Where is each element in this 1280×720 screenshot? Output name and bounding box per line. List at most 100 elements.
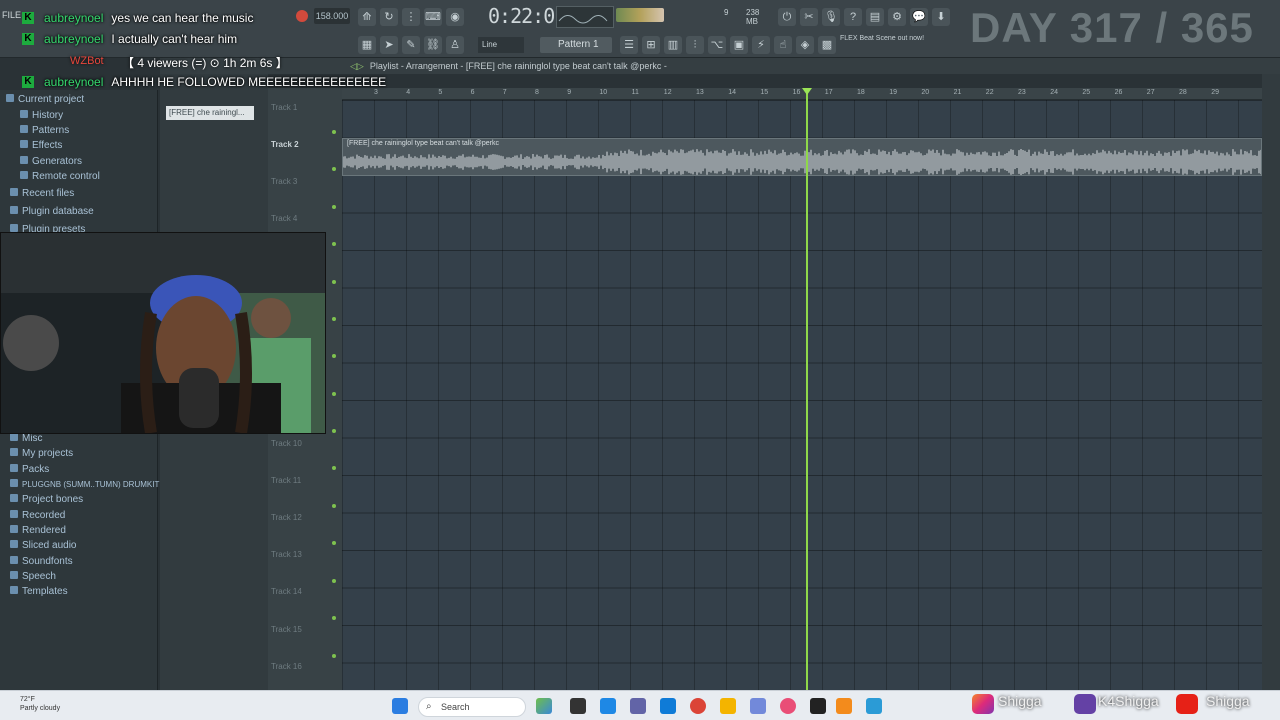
track-mute-dot[interactable] [332,429,336,433]
track-mute-dot[interactable] [332,392,336,396]
channel-rack-icon[interactable]: ⊞ [642,36,660,54]
browser-toggle-icon[interactable]: ▤ [866,8,884,26]
pattern-selector[interactable]: Pattern 1 [540,37,612,53]
mic-icon[interactable]: 🎙 [822,8,840,26]
touch-icon[interactable]: ☝ [774,36,792,54]
browser-item-sliced-audio[interactable]: Sliced audio [10,540,76,551]
track-mute-dot[interactable] [332,130,336,134]
track-label[interactable]: Track 2 [271,140,299,149]
vertical-scrollbar[interactable] [1262,74,1280,690]
track-mute-dot[interactable] [332,242,336,246]
grid-icon[interactable]: ▩ [818,36,836,54]
tree-icon[interactable]: ⌥ [708,36,726,54]
track-label[interactable]: Track 13 [271,550,302,559]
track-mute-dot[interactable] [332,280,336,284]
track-label[interactable]: Track 1 [271,103,297,112]
audio-clip[interactable]: [FREE] che raininglol type beat can't ta… [342,138,1262,176]
track-mute-dot[interactable] [332,579,336,583]
browser-item-rendered[interactable]: Rendered [10,525,66,536]
track-mute-dot[interactable] [332,167,336,171]
browser-item-drumkit[interactable]: PLUGGNB (SUMM..TUMN) DRUMKIT [10,479,159,489]
browser-icon[interactable] [660,698,676,714]
taskbar-search[interactable]: ⌕ Search [418,697,526,717]
track-mute-dot[interactable] [332,205,336,209]
playhead-marker[interactable] [802,88,812,95]
teams-icon[interactable] [630,698,646,714]
track-label[interactable]: Track 15 [271,625,302,634]
track-label[interactable]: Track 14 [271,587,302,596]
browser-item-project-bones[interactable]: Project bones [10,494,83,505]
chat-badge-icon: K [22,76,34,88]
ruler-bar-number: 8 [535,89,539,96]
ruler-bar-number: 16 [792,89,801,96]
clipboard-icon[interactable]: ▣ [730,36,748,54]
typing-keyboard-icon[interactable]: ⌨ [424,8,442,26]
download-icon[interactable]: ⬇ [932,8,950,26]
file-explorer-icon[interactable] [720,698,736,714]
track-label[interactable]: Track 11 [271,476,301,485]
track-mute-dot[interactable] [332,541,336,545]
power-icon[interactable]: ⏻ [778,8,796,26]
ruler-bar-number: 7 [502,89,507,96]
browser-item-history[interactable]: History [20,110,63,121]
track-mute-dot[interactable] [332,504,336,508]
fl-studio-icon[interactable] [836,698,852,714]
playhead[interactable] [806,88,808,690]
track-label[interactable]: Track 10 [271,439,302,448]
browser-item-soundfonts[interactable]: Soundfonts [10,556,73,567]
track-mute-dot[interactable] [332,466,336,470]
browser-item-remote-control[interactable]: Remote control [20,171,100,182]
windows-start-icon[interactable] [392,698,408,714]
pattern-clip-item[interactable]: [FREE] che rainingl... [166,106,254,120]
track-label[interactable]: Track 3 [271,177,297,186]
cube-icon[interactable]: ◈ [796,36,814,54]
ruler-bar-number: 19 [889,89,897,96]
browser-item-packs[interactable]: Packs [10,464,49,475]
chat-icon[interactable]: 💬 [910,8,928,26]
weather-desc: Partly cloudy [20,705,61,712]
browser-item-speech[interactable]: Speech [10,571,56,582]
news-ticker[interactable]: FLEX Beat Scene out now! [840,34,950,43]
track-mute-dot[interactable] [332,654,336,658]
browser-item-misc[interactable]: Misc [10,433,43,444]
link-icon[interactable]: ⛓ [424,36,442,54]
browser-item-patterns[interactable]: Patterns [20,125,69,136]
plug-icon[interactable]: ⚡ [752,36,770,54]
help-icon[interactable]: ? [844,8,862,26]
chrome-icon[interactable] [690,698,706,714]
playlist-icon[interactable]: ☰ [620,36,638,54]
stamp-icon[interactable]: ♙ [446,36,464,54]
plugin-icon[interactable]: ⚙ [888,8,906,26]
browser-item-recorded[interactable]: Recorded [10,510,65,521]
task-view-icon[interactable] [570,698,586,714]
mixer-icon[interactable]: ⫶ [686,36,704,54]
chat-badge-icon: K [22,33,34,45]
browser-item-generators[interactable]: Generators [20,156,82,167]
snap-select[interactable]: Line [478,37,524,53]
browser-item-effects[interactable]: Effects [20,140,62,151]
countdown-icon[interactable]: ◉ [446,8,464,26]
browser-item-my-projects[interactable]: My projects [10,448,73,459]
piano-keys-icon[interactable]: ▥ [664,36,682,54]
browser-item-templates[interactable]: Templates [10,586,68,597]
track-mute-dot[interactable] [332,317,336,321]
track-mute-dot[interactable] [332,616,336,620]
cut-icon[interactable]: ✂ [800,8,818,26]
browser-item-plugin-database[interactable]: Plugin database [10,206,94,217]
capcut-icon[interactable] [866,698,882,714]
track-label[interactable]: Track 4 [271,214,297,223]
widgets-icon[interactable] [536,698,552,714]
discord-icon[interactable] [750,698,766,714]
track-mute-dot[interactable] [332,354,336,358]
app-icon[interactable] [780,698,796,714]
master-meter [616,8,664,22]
ruler-bar-number: 18 [857,89,865,96]
memory-value: 238 MB [746,8,760,26]
playlist-grid[interactable] [342,100,1262,690]
track-label[interactable]: Track 12 [271,513,302,522]
weather-widget[interactable]: 72°F Partly cloudy [20,695,60,713]
track-label[interactable]: Track 16 [271,662,302,671]
obs-icon[interactable] [810,698,826,714]
browser-item-recent-files[interactable]: Recent files [10,188,74,199]
edge-icon[interactable] [600,698,616,714]
